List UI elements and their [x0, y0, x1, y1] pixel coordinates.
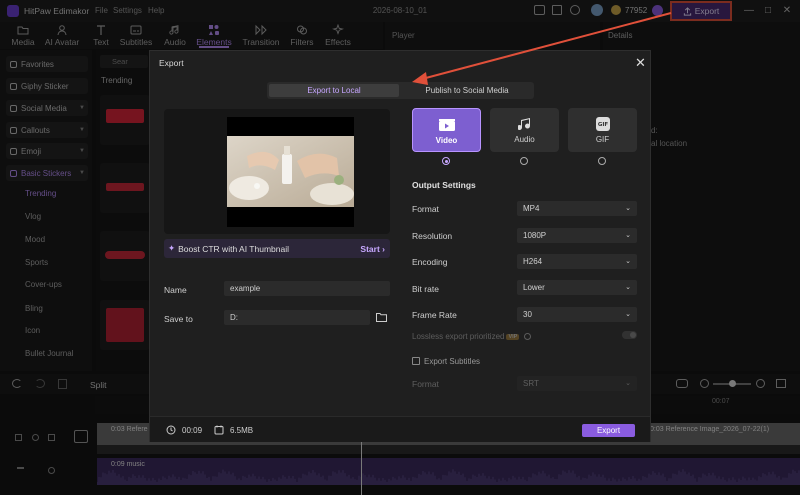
- save-to-input[interactable]: D:: [224, 310, 370, 325]
- name-label: Name: [164, 285, 187, 295]
- bitrate-select[interactable]: Lower ⌄: [517, 280, 637, 295]
- export-subtitles-checkbox[interactable]: [412, 357, 420, 365]
- export-button[interactable]: Export: [582, 424, 635, 437]
- subtitle-format-label: Format: [412, 379, 439, 389]
- boost-text: Boost CTR with AI Thumbnail: [178, 243, 289, 254]
- svg-text:GIF: GIF: [597, 122, 608, 128]
- bitrate-label: Bit rate: [412, 284, 439, 294]
- format-card-audio[interactable]: Audio: [490, 108, 559, 152]
- file-size-icon: [214, 425, 224, 435]
- export-subtitles-label: Export Subtitles: [424, 357, 481, 366]
- format-card-gif[interactable]: GIF GIF: [568, 108, 637, 152]
- tab-publish-to-social[interactable]: Publish to Social Media: [402, 84, 532, 97]
- lossless-toggle[interactable]: [622, 331, 637, 339]
- resolution-label: Resolution: [412, 231, 453, 241]
- resolution-select[interactable]: 1080P ⌄: [517, 228, 637, 243]
- gif-icon: GIF: [595, 116, 610, 131]
- preview-thumbnail: [227, 136, 354, 207]
- format-label: Format: [412, 204, 439, 214]
- chevron-down-icon: ⌄: [625, 258, 631, 265]
- name-input[interactable]: example: [224, 281, 390, 296]
- tab-export-to-local[interactable]: Export to Local: [269, 84, 399, 97]
- export-tabs: Export to Local Publish to Social Media: [267, 82, 534, 99]
- save-to-label: Save to: [164, 314, 193, 324]
- dialog-footer: 00:09 6.5MB Export: [150, 416, 650, 442]
- boost-start-button[interactable]: Start ›: [360, 244, 385, 254]
- format-video-label: Video: [435, 136, 458, 145]
- frame-rate-label: Frame Rate: [412, 310, 457, 320]
- vip-badge: VIP: [506, 334, 520, 340]
- radio-video[interactable]: [442, 157, 450, 165]
- chevron-down-icon: ⌄: [625, 380, 631, 387]
- dialog-title: Export: [159, 58, 184, 68]
- lossless-label: Lossless export prioritized: [412, 332, 505, 341]
- info-icon[interactable]: [523, 333, 531, 340]
- sparkle-icon: ✦: [168, 243, 176, 253]
- chevron-down-icon: ⌄: [625, 284, 631, 291]
- close-icon[interactable]: ✕: [635, 55, 646, 71]
- chevron-down-icon: ⌄: [625, 311, 631, 318]
- music-note-icon: [517, 117, 530, 130]
- output-settings-title: Output Settings: [412, 180, 476, 190]
- duration-text: 00:09: [182, 426, 203, 435]
- format-gif-label: GIF: [595, 135, 610, 144]
- radio-gif[interactable]: [598, 157, 606, 165]
- boost-ctr-banner[interactable]: ✦ Boost CTR with AI Thumbnail Start ›: [164, 239, 390, 258]
- format-card-video[interactable]: Video: [412, 108, 481, 152]
- format-select[interactable]: MP4 ⌄: [517, 201, 637, 216]
- preview-panel: [164, 109, 390, 234]
- folder-icon[interactable]: [376, 312, 387, 322]
- chevron-down-icon: ⌄: [625, 205, 631, 212]
- clock-icon: [166, 425, 176, 435]
- lossless-row: Lossless export prioritized VIP: [412, 332, 531, 341]
- format-audio-label: Audio: [514, 135, 535, 144]
- encoding-select[interactable]: H264 ⌄: [517, 254, 637, 269]
- chevron-down-icon: ⌄: [625, 232, 631, 239]
- frame-rate-select[interactable]: 30 ⌄: [517, 307, 637, 322]
- video-icon: [438, 118, 455, 131]
- file-size-text: 6.5MB: [230, 426, 254, 435]
- export-dialog: Export ✕ Export to Local Publish to Soci…: [149, 50, 651, 442]
- encoding-label: Encoding: [412, 257, 448, 267]
- subtitle-format-select[interactable]: SRT ⌄: [517, 376, 637, 391]
- radio-audio[interactable]: [520, 157, 528, 165]
